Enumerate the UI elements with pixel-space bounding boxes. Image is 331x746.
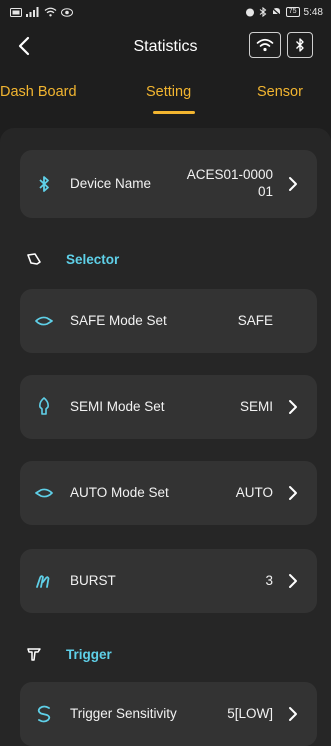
page-title: Statistics [133,38,198,55]
bluetooth-button[interactable] [287,32,313,58]
trigger-title: Trigger [66,646,112,662]
semi-mode-label: SEMI Mode Set [70,399,165,414]
wifi-button[interactable] [249,32,281,58]
device-name-label: Device Name [70,176,152,191]
wifi-icon [44,7,57,17]
bluetooth-icon [259,7,267,17]
device-name-value-line1: ACES01-0000 [186,167,273,182]
semi-mode-icon [35,397,53,415]
chevron-right-icon [289,486,297,500]
selector-title: Selector [66,251,120,267]
device-name-value-line2: 01 [257,184,273,199]
status-right: 75 5:48 [245,7,323,18]
safe-mode-icon [35,312,53,330]
burst-icon [35,572,53,590]
chevron-right-icon [289,177,297,191]
sensitivity-icon [35,705,53,723]
chevron-left-icon [18,36,30,56]
status-time: 5:48 [303,6,323,18]
chevron-right-icon [289,400,297,414]
chevron-right-icon [289,574,297,588]
settings-panel: Device Name ACES01-0000 01 Selector SAFE… [0,128,331,746]
wifi-icon [256,38,274,52]
bluetooth-icon [35,175,53,193]
auto-mode-label: AUTO Mode Set [70,485,169,500]
top-bar: Statistics [0,24,331,70]
sim-icon [10,7,22,17]
trigger-icon [25,645,43,663]
safe-mode-row[interactable]: SAFE Mode Set SAFE [20,289,317,353]
device-name-value: ACES01-0000 01 [187,166,273,200]
auto-mode-row[interactable]: AUTO Mode Set AUTO [20,461,317,525]
bluetooth-icon [296,38,304,52]
status-left [10,7,73,17]
semi-mode-row[interactable]: SEMI Mode Set SEMI [20,375,317,439]
burst-value: 3 [265,573,273,588]
tab-dash-board[interactable]: Dash Board [0,84,77,100]
burst-label: BURST [70,573,116,588]
tab-bar: Dash Board Setting Sensor [0,70,331,128]
trigger-sensitivity-value: 5[LOW] [227,706,273,721]
battery-indicator: 75 [285,7,300,17]
alarm-icon [245,8,254,17]
chevron-right-icon [289,707,297,721]
semi-mode-value: SEMI [239,399,273,414]
status-bar: 75 5:48 [0,0,331,24]
active-tab-indicator [153,111,195,114]
device-name-row[interactable]: Device Name ACES01-0000 01 [20,150,317,218]
selector-section-header: Selector [20,250,119,268]
mute-icon [271,7,282,17]
signal-icon [26,7,39,17]
trigger-sensitivity-row[interactable]: Trigger Sensitivity 5[LOW] [20,682,317,746]
eye-icon [61,7,73,17]
tab-sensor[interactable]: Sensor [257,84,303,100]
auto-mode-icon [35,484,53,502]
trigger-sensitivity-label: Trigger Sensitivity [70,706,177,721]
selector-icon [25,250,43,268]
tab-setting[interactable]: Setting [146,84,191,100]
burst-row[interactable]: BURST 3 [20,549,317,613]
auto-mode-value: AUTO [235,485,273,500]
back-button[interactable] [10,32,38,60]
trigger-section-header: Trigger [20,645,112,663]
safe-mode-label: SAFE Mode Set [70,313,167,328]
safe-mode-value: SAFE [237,313,273,328]
